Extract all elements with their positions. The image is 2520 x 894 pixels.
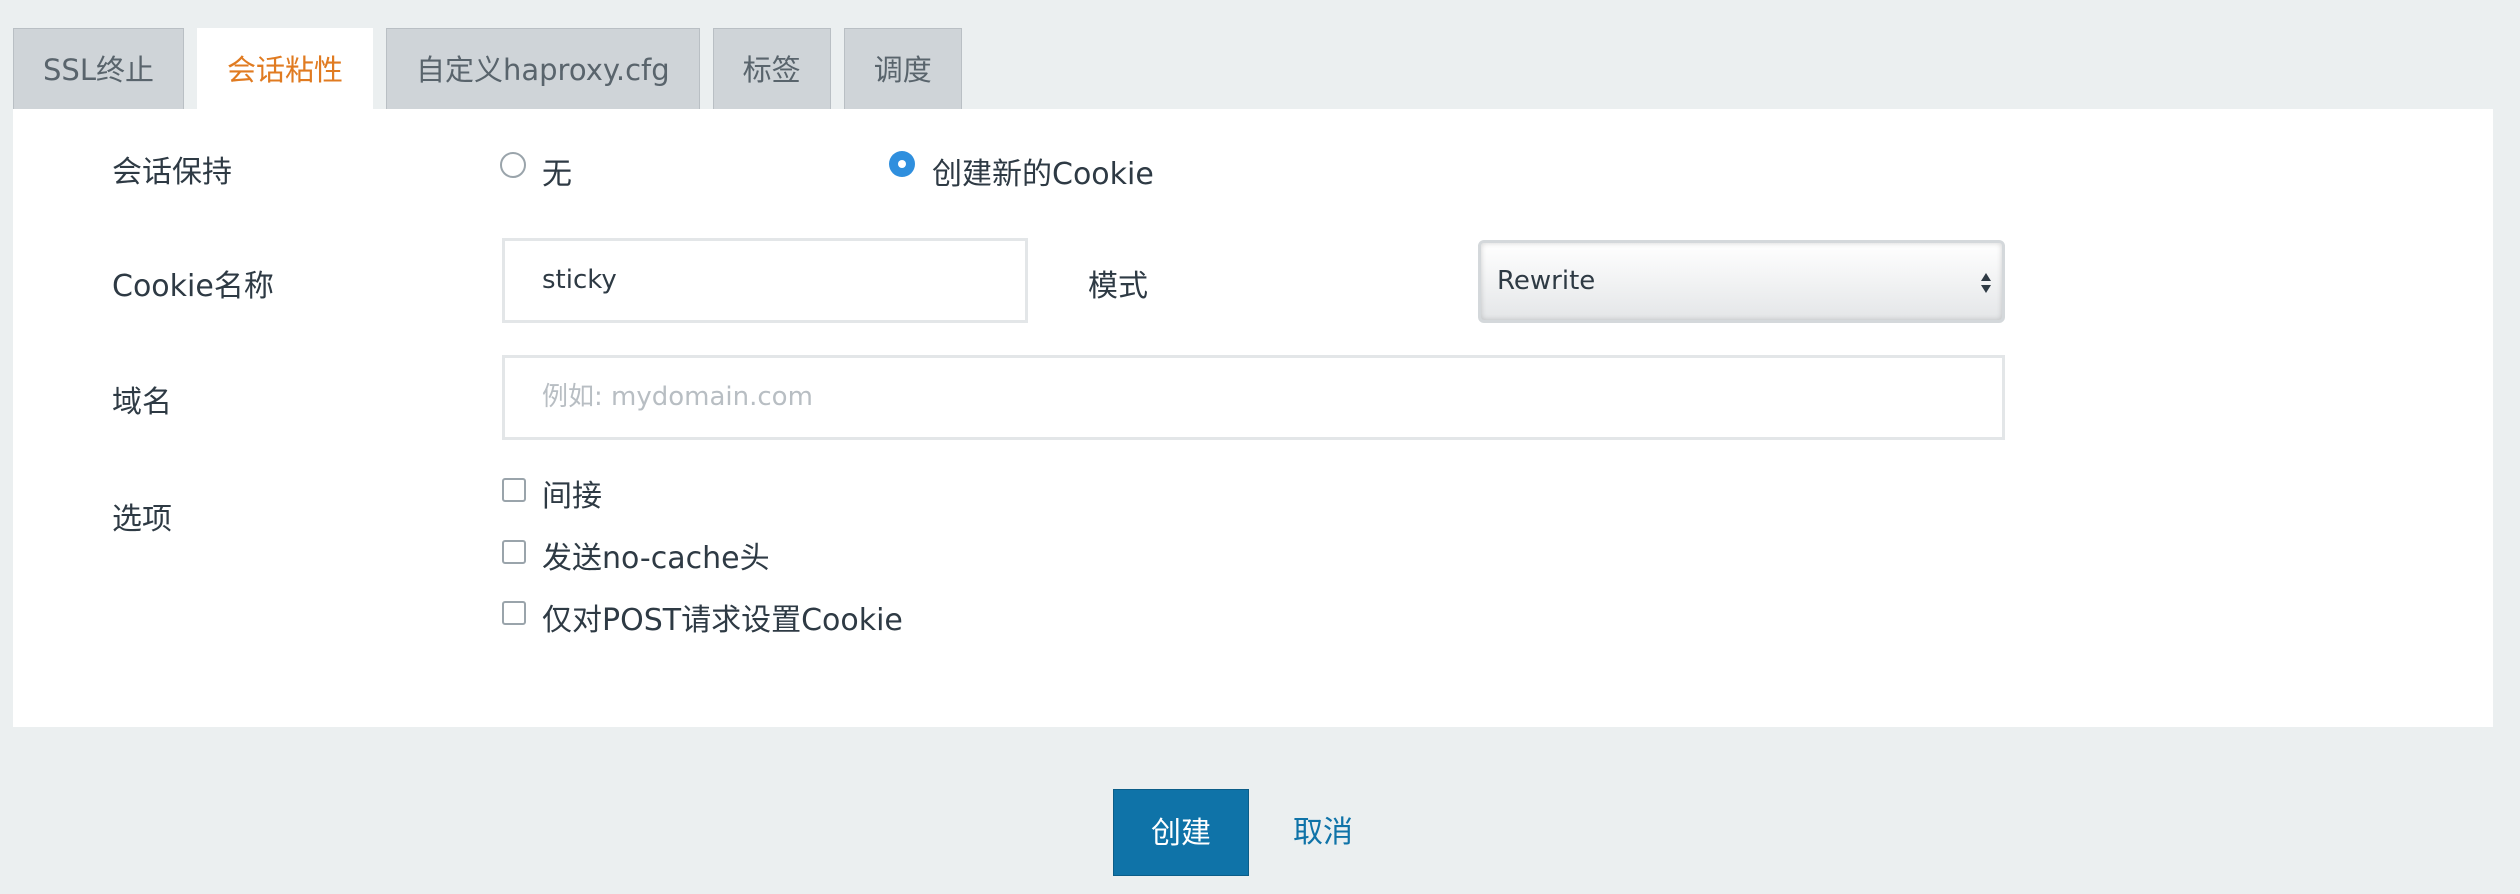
tab-scheduling[interactable]: 调度	[843, 28, 962, 110]
persistence-new-cookie-radio[interactable]	[889, 151, 915, 177]
tab-custom-haproxy-cfg[interactable]: 自定义haproxy.cfg	[386, 28, 700, 110]
tab-ssl-termination[interactable]: SSL终止	[13, 28, 184, 110]
mode-label: 模式	[1088, 269, 1148, 304]
post-only-checkbox-label[interactable]: 仅对POST请求设置Cookie	[542, 595, 903, 639]
persistence-new-cookie-label[interactable]: 创建新的Cookie	[932, 149, 1154, 193]
indirect-checkbox-label[interactable]: 间接	[542, 471, 602, 515]
options-label: 选项	[112, 502, 172, 537]
post-only-checkbox[interactable]	[502, 601, 526, 625]
cookie-name-input[interactable]: sticky	[502, 238, 1028, 323]
cookie-name-label: Cookie名称	[112, 269, 274, 304]
indirect-checkbox[interactable]	[502, 478, 526, 502]
cancel-link[interactable]: 取消	[1293, 789, 1353, 876]
nocache-checkbox-label[interactable]: 发送no-cache头	[542, 533, 770, 577]
nocache-checkbox[interactable]	[502, 540, 526, 564]
tab-labels[interactable]: 标签	[712, 28, 831, 110]
create-button[interactable]: 创建	[1113, 789, 1249, 876]
select-arrows-icon	[1981, 273, 1991, 293]
domain-input[interactable]: 例如: mydomain.com	[502, 355, 2005, 440]
tab-bar: SSL终止 会话粘性 自定义haproxy.cfg 标签 调度	[13, 28, 962, 111]
persistence-none-label[interactable]: 无	[542, 149, 572, 193]
tab-session-stickiness[interactable]: 会话粘性	[196, 28, 373, 111]
mode-select-value: Rewrite	[1497, 266, 1596, 296]
persistence-none-radio[interactable]	[500, 152, 526, 178]
domain-label: 域名	[112, 385, 172, 420]
session-stickiness-panel: 会话保持 无 创建新的Cookie Cookie名称 sticky 模式 Rew…	[13, 109, 2493, 727]
mode-select[interactable]: Rewrite	[1478, 240, 2005, 323]
session-persistence-label: 会话保持	[112, 155, 232, 190]
